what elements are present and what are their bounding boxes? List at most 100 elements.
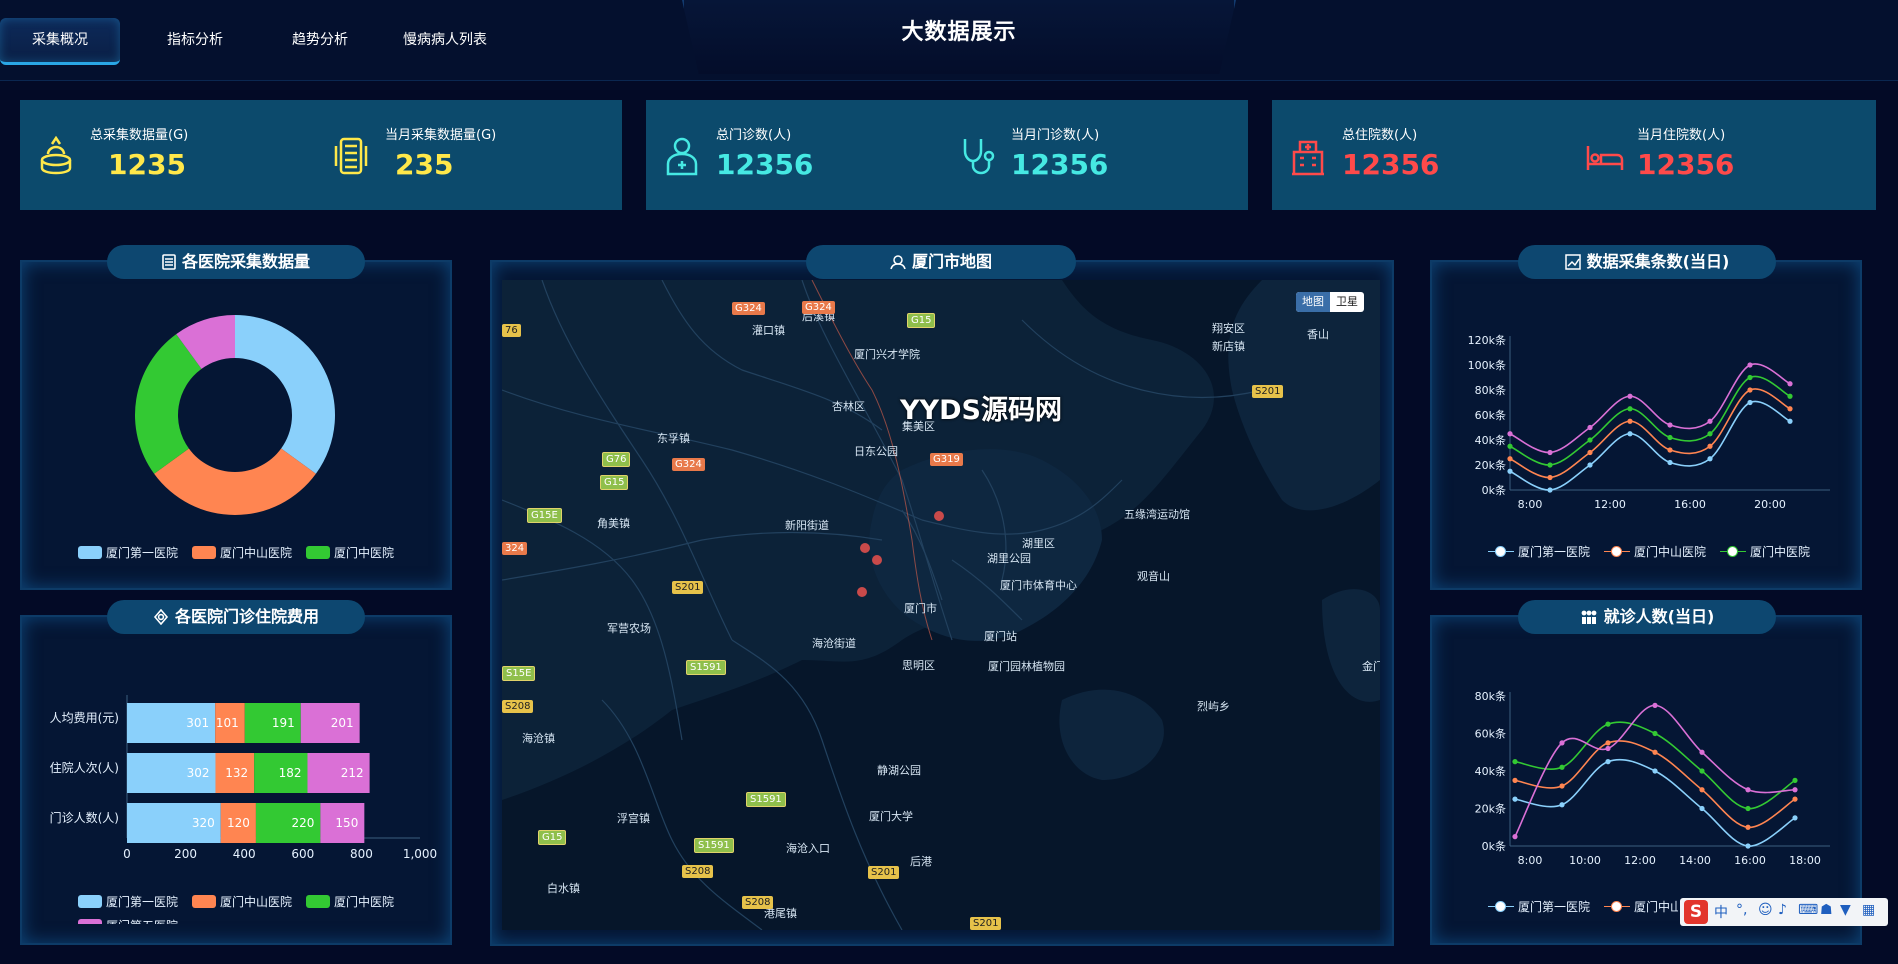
map-place-label[interactable]: 东孚镇 [657, 430, 690, 446]
map-place-label[interactable]: 厦门站 [984, 628, 1017, 644]
stat-label: 当月采集数据量(G) [385, 128, 497, 143]
map-place-label[interactable]: 湖里区 [1022, 535, 1055, 551]
y-tick-label: 0k条 [1482, 483, 1506, 497]
y-tick-label: 住院人次(人) [50, 761, 119, 775]
data-point [1587, 462, 1593, 468]
microphone-icon[interactable]: ♪ [1778, 902, 1787, 918]
map-place-label[interactable]: 思明区 [902, 657, 935, 673]
legend-item[interactable]: 厦门中山医 [1604, 898, 1678, 915]
map-place-label[interactable]: 金门 [1362, 658, 1380, 674]
map-place-label[interactable]: 日东公园 [854, 443, 898, 459]
map-place-label[interactable]: 海沧入口 [786, 840, 830, 856]
map-road-shield: S1591 [746, 792, 786, 807]
y-tick-label: 120k条 [1468, 333, 1506, 347]
x-tick-label: 16:00 [1674, 498, 1706, 511]
map-place-label[interactable]: 静湖公园 [877, 762, 921, 778]
data-point [1507, 456, 1513, 462]
map-place-label[interactable]: 厦门市 [904, 600, 937, 616]
data-point [1745, 843, 1751, 849]
ime-toolbar[interactable]: S 中 °, ☺ ♪ ⌨ ☗ ▼ ▦ [1680, 898, 1888, 926]
map-place-label[interactable]: 湖里公园 [987, 550, 1031, 566]
tab-indicator-analysis[interactable]: 指标分析 [140, 18, 250, 62]
legend-item[interactable]: 厦门第一医院 [78, 890, 178, 914]
punctuation-icon[interactable]: °, [1736, 902, 1747, 918]
grid-icon[interactable]: ▦ [1862, 902, 1875, 918]
x-tick-label: 18:00 [1789, 854, 1821, 867]
map-road-shield: G15 [538, 830, 567, 845]
map-place-label[interactable]: 军营农场 [607, 620, 651, 636]
y-tick-label: 60k条 [1475, 408, 1506, 422]
data-point [1512, 834, 1518, 840]
map-place-label[interactable]: 后港 [910, 853, 932, 869]
legend-item[interactable]: 厦门第一医院 [78, 544, 178, 561]
legend-item[interactable]: 厦门第五医院 [78, 914, 178, 924]
map-road-shield: G324 [672, 458, 705, 471]
x-tick-label: 400 [233, 847, 256, 861]
y-tick-label: 40k条 [1475, 764, 1506, 778]
legend-item[interactable]: 厦门中山医院 [1604, 543, 1706, 560]
legend-item[interactable]: 厦门中山医院 [192, 544, 292, 561]
map-place-label[interactable]: 海沧街道 [812, 635, 856, 651]
map-place-label[interactable]: 杏林区 [832, 398, 865, 414]
stat-month-outpatient: 当月门诊数(人) 12356 [941, 100, 1241, 210]
keyboard-icon[interactable]: ⌨ [1798, 902, 1818, 918]
map-place-label[interactable]: 灌口镇 [752, 322, 785, 338]
skin-icon[interactable]: ▼ [1840, 902, 1851, 918]
user-icon[interactable]: ☗ [1820, 902, 1833, 918]
data-point [1792, 815, 1798, 821]
map-road-shield: S208 [742, 896, 774, 909]
map-canvas[interactable]: 灌口镇 后溪镇 厦门兴才学院 东孚镇 杏林区 集美区 日东公园 新阳街道 角美镇 湖里区 湖里公园厦… [502, 280, 1380, 930]
map-road-shield: G15E [527, 508, 562, 523]
map-place-label[interactable]: 厦门园林植物园 [988, 658, 1065, 674]
tab-collection-overview[interactable]: 采集概况 [0, 18, 120, 65]
map-toggle-satellite[interactable]: 卫星 [1330, 292, 1364, 312]
data-point [1787, 393, 1793, 399]
map-place-label[interactable]: 观音山 [1137, 568, 1170, 584]
panel-title-text: 数据采集条数(当日) [1586, 252, 1730, 271]
map-place-label[interactable]: 香山 [1307, 326, 1329, 342]
bar-value-label: 150 [335, 816, 358, 830]
map-toggle-map[interactable]: 地图 [1296, 292, 1330, 312]
map-place-label[interactable]: 五缘湾运动馆 [1124, 506, 1190, 522]
tab-chronic-patient-list[interactable]: 慢病病人列表 [390, 18, 500, 62]
map-place-label[interactable]: 新店镇 [1212, 338, 1245, 354]
data-point [1792, 796, 1798, 802]
legend-item[interactable]: 厦门第一医院 [1488, 543, 1590, 560]
data-point [1745, 824, 1751, 830]
bar-value-label: 201 [331, 716, 354, 730]
map-place-label[interactable]: 新阳街道 [785, 517, 829, 533]
map-place-label[interactable]: 角美镇 [597, 515, 630, 531]
data-point [1507, 443, 1513, 449]
legend-item[interactable]: 厦门中山医院 [192, 890, 292, 914]
map-place-label[interactable]: 海沧镇 [522, 730, 555, 746]
bar-value-label: 191 [272, 716, 295, 730]
legend-item[interactable]: 厦门中医院 [1720, 543, 1810, 560]
legend-item[interactable]: 厦门中医院 [306, 890, 394, 914]
data-point [1787, 406, 1793, 412]
map-road-shield: G319 [930, 453, 963, 466]
map-place-label[interactable]: 白水镇 [547, 880, 580, 896]
bar-legend: 厦门第一医院 厦门中山医院 厦门中医院厦门第五医院 [78, 890, 438, 924]
map-land-water [502, 280, 1380, 930]
data-point [1587, 424, 1593, 431]
data-point [1512, 759, 1518, 765]
hospital-icon [1292, 140, 1324, 176]
ime-mode-label[interactable]: 中 [1714, 902, 1728, 922]
map-type-toggle[interactable]: 地图 卫星 [1296, 292, 1364, 312]
legend-item[interactable]: 厦门第一医院 [1488, 898, 1590, 915]
map-place-label[interactable]: 浮宫镇 [617, 810, 650, 826]
sogou-icon[interactable]: S [1684, 900, 1708, 924]
map-place-label[interactable]: 厦门市体育中心 [1000, 577, 1077, 593]
map-place-label[interactable]: 厦门大学 [869, 808, 913, 824]
map-place-label[interactable]: 翔安区 [1212, 320, 1245, 336]
bar-value-label: 212 [341, 766, 364, 780]
user-location-icon [890, 255, 906, 270]
data-point [1792, 777, 1798, 783]
data-point [1707, 431, 1713, 437]
map-place-label[interactable]: 烈屿乡 [1197, 698, 1230, 714]
legend-item[interactable]: 厦门中医院 [306, 544, 394, 561]
data-point [1699, 749, 1705, 755]
emoji-icon[interactable]: ☺ [1758, 902, 1773, 918]
map-place-label[interactable]: 厦门兴才学院 [854, 346, 920, 362]
tab-trend-analysis[interactable]: 趋势分析 [265, 18, 375, 62]
